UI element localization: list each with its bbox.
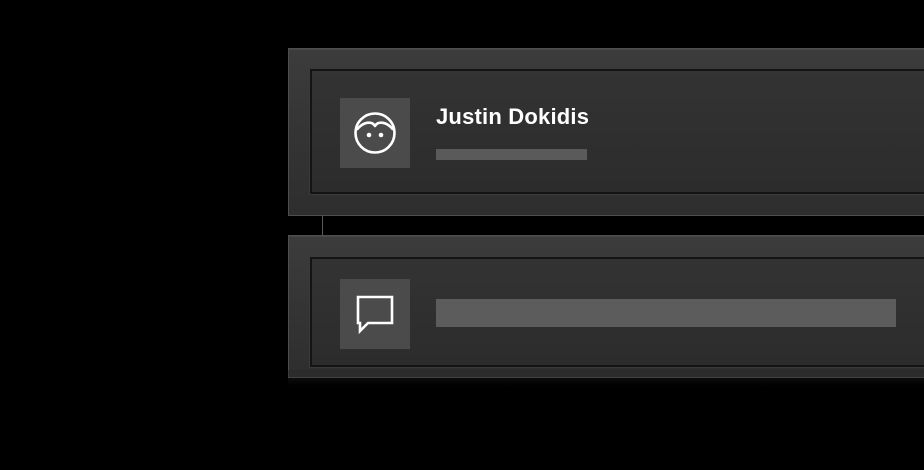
face-icon xyxy=(354,112,396,154)
profile-card[interactable]: Justin Dokidis xyxy=(288,48,924,216)
avatar-tile xyxy=(340,98,410,168)
card-shadow xyxy=(288,370,924,386)
user-name: Justin Dokidis xyxy=(436,104,590,129)
text-placeholder-bar xyxy=(436,149,587,160)
message-placeholder-bar xyxy=(436,299,896,327)
chat-bubble-icon xyxy=(356,295,394,335)
message-card-inner xyxy=(310,257,924,367)
message-card[interactable] xyxy=(288,235,924,378)
profile-card-inner: Justin Dokidis xyxy=(310,69,924,194)
message-tile xyxy=(340,279,410,349)
connector-line xyxy=(322,216,323,235)
